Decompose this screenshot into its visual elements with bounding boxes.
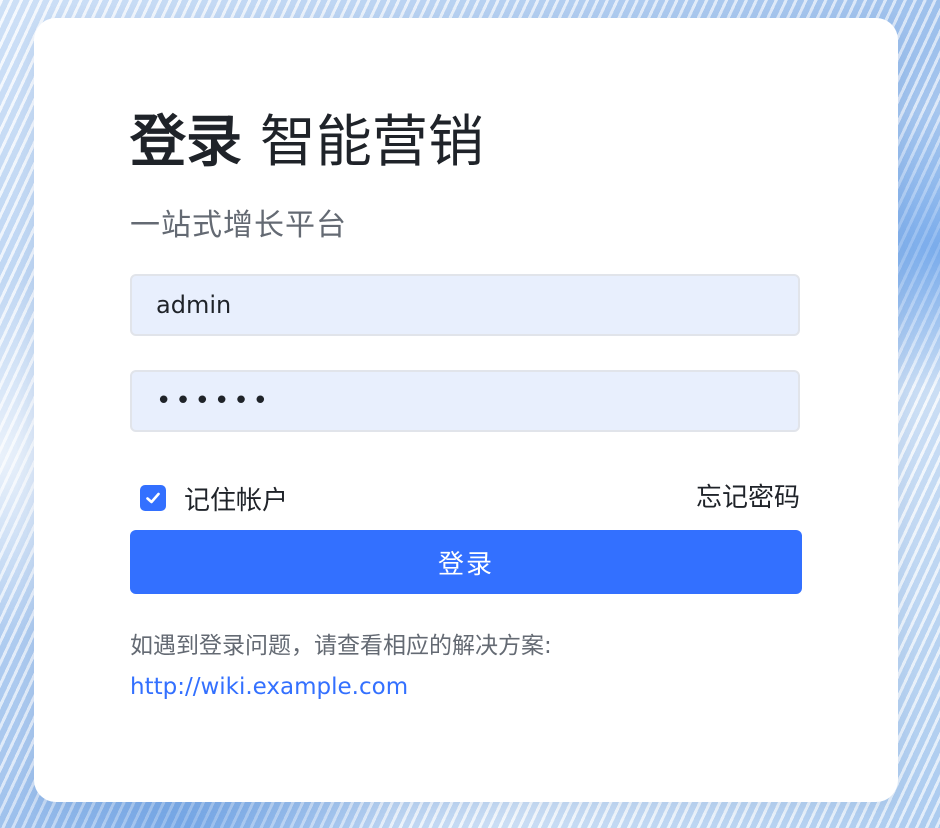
remember-account-checkbox[interactable]: 记住帐户 (140, 481, 289, 516)
remember-account-label: 记住帐户 (184, 485, 289, 516)
page-subtitle: 一站式增长平台 (130, 208, 347, 243)
forgot-password-link[interactable]: 忘记密码 (696, 481, 800, 515)
title-login-word: 登录 (130, 110, 242, 175)
checkmark-icon (146, 492, 160, 504)
page-title: 登录 智能营销 (130, 108, 484, 178)
login-card: 登录 智能营销 一站式增长平台 记住帐户 忘记密码 登录 如遇到登录问题，请查看… (34, 18, 898, 802)
login-button[interactable]: 登录 (130, 530, 802, 594)
help-text: 如遇到登录问题，请查看相应的解决方案: (130, 633, 552, 659)
help-wiki-link[interactable]: http://wiki.example.com (130, 671, 408, 703)
checkbox-checked-icon[interactable] (140, 485, 166, 511)
username-input[interactable] (130, 274, 800, 336)
password-input[interactable] (130, 370, 800, 432)
title-product-name: 智能营销 (259, 110, 484, 175)
